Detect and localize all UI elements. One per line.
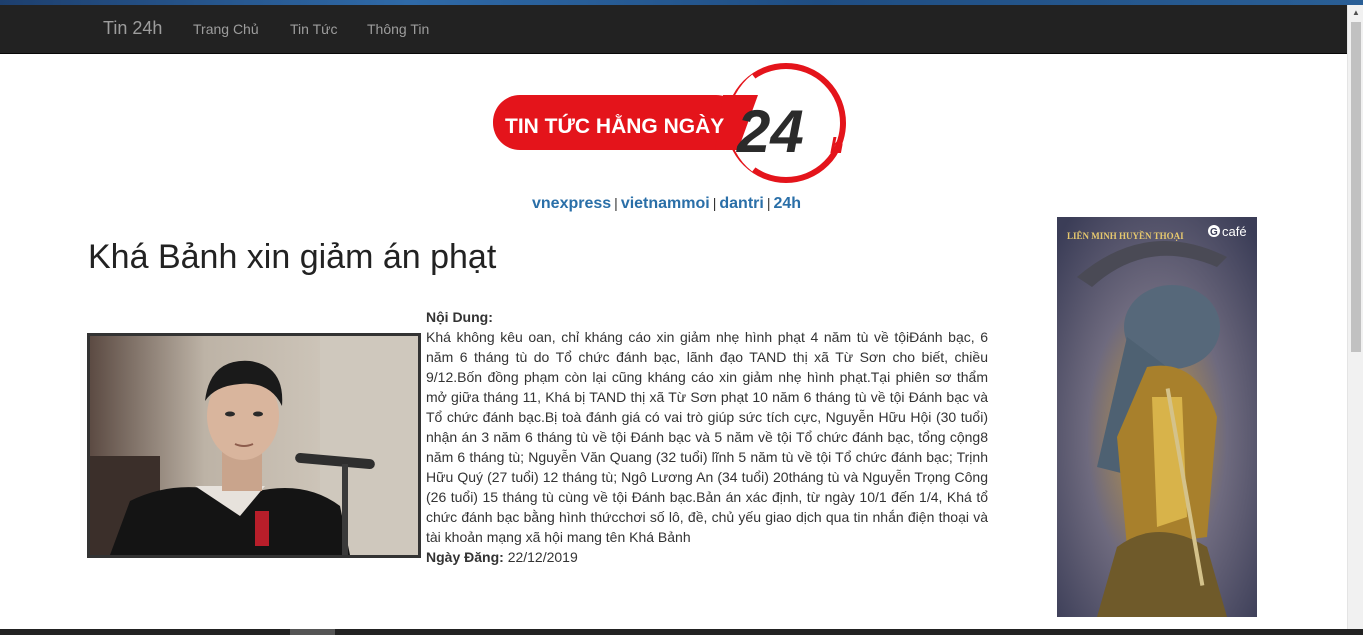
article-title: Khá Bảnh xin giảm án phạt xyxy=(88,238,497,276)
ad-brand-mark: G xyxy=(1210,227,1218,238)
separator: | xyxy=(614,195,618,211)
article-content: Khá không kêu oan, chỉ kháng cáo xin giả… xyxy=(426,329,988,545)
news-source-links: vnexpress | vietnammoi | dantri | 24h xyxy=(532,195,801,213)
bottom-bar-marker xyxy=(290,629,335,635)
top-navbar: Tin 24h Trang Chủ Tin Tức Thông Tin xyxy=(0,5,1347,54)
nav-item-tin-tuc[interactable]: Tin Tức xyxy=(290,21,338,37)
source-link-dantri[interactable]: dantri xyxy=(719,195,763,212)
separator: | xyxy=(712,195,717,211)
logo-number: 24 xyxy=(736,98,804,165)
bottom-bar xyxy=(0,629,1363,635)
scroll-up-arrow-icon[interactable]: ▲ xyxy=(1348,5,1363,21)
scrollbar-thumb[interactable] xyxy=(1351,22,1361,352)
publish-date-row: Ngày Đăng: 22/12/2019 xyxy=(426,547,988,567)
navbar-brand[interactable]: Tin 24h xyxy=(103,18,162,39)
logo-suffix: h xyxy=(830,133,843,158)
vertical-scrollbar[interactable]: ▲ xyxy=(1347,5,1363,630)
site-logo[interactable]: TIN TỨC HẰNG NGÀY 24 h xyxy=(493,60,853,186)
logo-text: TIN TỨC HẰNG NGÀY xyxy=(505,114,724,138)
article-body: Nội Dung: Khá không kêu oan, chỉ kháng c… xyxy=(426,307,988,567)
source-link-vnexpress[interactable]: vnexpress xyxy=(532,195,611,212)
source-link-24h[interactable]: 24h xyxy=(773,195,801,212)
article-photo xyxy=(87,333,421,558)
nav-item-trang-chu[interactable]: Trang Chủ xyxy=(193,21,259,37)
ad-brand: café xyxy=(1222,224,1247,239)
content-label: Nội Dung: xyxy=(426,309,493,325)
source-link-vietnammoi[interactable]: vietnammoi xyxy=(621,195,710,212)
nav-item-thong-tin[interactable]: Thông Tin xyxy=(367,21,429,37)
date-label: Ngày Đăng: xyxy=(426,549,504,565)
separator: | xyxy=(766,195,771,211)
ad-game-logo: LIÊN MINH HUYỀN THOẠI xyxy=(1067,231,1184,241)
publish-date: 22/12/2019 xyxy=(507,549,578,565)
sidebar-ad-banner[interactable]: LIÊN MINH HUYỀN THOẠI G café xyxy=(1057,217,1257,617)
